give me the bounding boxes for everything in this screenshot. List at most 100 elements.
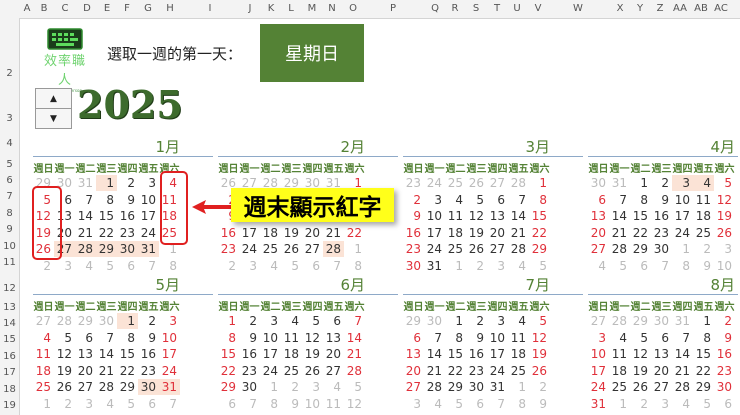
day-cell[interactable]: 3 [260,313,281,329]
day-cell[interactable]: 6 [75,330,96,346]
row-header[interactable]: 10 [0,241,19,252]
day-cell[interactable]: 10 [260,330,281,346]
day-cell[interactable]: 17 [588,363,609,379]
column-header[interactable]: M [308,3,317,14]
day-cell[interactable]: 17 [138,208,159,224]
day-cell[interactable]: 22 [630,225,651,241]
column-header[interactable]: F [124,3,130,14]
day-cell[interactable]: 2 [54,396,75,412]
column-header[interactable]: I [209,3,212,14]
row-header[interactable]: 4 [0,138,19,149]
day-cell[interactable]: 4 [508,258,529,274]
day-cell[interactable]: 27 [75,379,96,395]
day-cell[interactable]: 3 [239,258,260,274]
day-cell[interactable]: 31 [609,175,630,191]
day-cell[interactable]: 31 [424,258,445,274]
day-cell[interactable]: 28 [54,313,75,329]
day-cell[interactable]: 1 [445,313,466,329]
day-cell[interactable]: 15 [96,208,117,224]
day-cell[interactable]: 31 [75,175,96,191]
day-cell[interactable]: 2 [714,313,735,329]
day-cell[interactable]: 6 [218,396,239,412]
day-cell[interactable]: 9 [281,396,302,412]
day-cell[interactable]: 3 [138,175,159,191]
day-cell[interactable]: 11 [323,396,344,412]
day-cell[interactable]: 16 [651,208,672,224]
row-header[interactable]: 11 [0,257,19,268]
day-cell[interactable]: 16 [714,346,735,362]
day-cell[interactable]: 10 [588,346,609,362]
day-cell[interactable]: 16 [466,346,487,362]
day-cell[interactable]: 25 [693,225,714,241]
day-cell[interactable]: 5 [445,396,466,412]
day-cell[interactable]: 30 [117,241,138,257]
column-header[interactable]: X [617,3,624,14]
day-cell[interactable]: 25 [445,241,466,257]
day-cell[interactable]: 29 [445,379,466,395]
day-cell[interactable]: 5 [529,313,550,329]
day-cell[interactable]: 30 [651,241,672,257]
day-cell[interactable]: 13 [403,346,424,362]
day-cell[interactable]: 7 [138,258,159,274]
day-cell[interactable]: 19 [630,363,651,379]
day-cell[interactable]: 9 [529,396,550,412]
day-cell[interactable]: 4 [588,258,609,274]
day-cell[interactable]: 16 [403,225,424,241]
day-cell[interactable]: 16 [218,225,239,241]
day-cell[interactable]: 9 [117,192,138,208]
day-cell[interactable]: 3 [403,396,424,412]
column-header[interactable]: R [452,3,459,14]
day-cell[interactable]: 26 [466,241,487,257]
day-cell[interactable]: 30 [239,379,260,395]
day-cell[interactable]: 9 [693,258,714,274]
day-cell[interactable]: 3 [487,258,508,274]
day-cell[interactable]: 27 [403,379,424,395]
day-cell[interactable]: 3 [672,175,693,191]
day-cell[interactable]: 30 [651,313,672,329]
day-cell[interactable]: 12 [466,208,487,224]
day-cell[interactable]: 7 [609,192,630,208]
day-cell[interactable]: 23 [218,241,239,257]
day-cell[interactable]: 28 [344,363,365,379]
day-cell[interactable]: 10 [424,208,445,224]
day-cell[interactable]: 23 [239,363,260,379]
day-cell[interactable]: 8 [529,192,550,208]
day-cell[interactable]: 23 [138,363,159,379]
day-cell[interactable]: 7 [75,192,96,208]
day-cell[interactable]: 3 [75,396,96,412]
day-cell[interactable]: 3 [588,330,609,346]
day-cell[interactable]: 24 [424,175,445,191]
day-cell[interactable]: 4 [33,330,54,346]
column-header[interactable]: Y [637,3,643,14]
day-cell[interactable]: 1 [33,396,54,412]
day-cell[interactable]: 6 [302,258,323,274]
day-cell[interactable]: 18 [33,363,54,379]
day-cell[interactable]: 23 [651,225,672,241]
day-cell[interactable]: 18 [609,363,630,379]
day-cell[interactable]: 5 [529,258,550,274]
column-header[interactable]: Q [431,3,439,14]
day-cell[interactable]: 28 [672,379,693,395]
day-cell[interactable]: 5 [117,396,138,412]
row-header[interactable]: 12 [0,283,19,294]
day-cell[interactable]: 2 [117,175,138,191]
day-cell[interactable]: 3 [424,192,445,208]
day-cell[interactable]: 27 [588,313,609,329]
day-cell[interactable]: 30 [424,313,445,329]
day-cell[interactable]: 21 [96,363,117,379]
day-cell[interactable]: 8 [96,192,117,208]
day-cell[interactable]: 23 [714,363,735,379]
day-cell[interactable]: 1 [693,313,714,329]
day-cell[interactable]: 8 [344,258,365,274]
day-cell[interactable]: 7 [159,396,180,412]
day-cell[interactable]: 11 [445,208,466,224]
day-cell[interactable]: 23 [117,225,138,241]
day-cell[interactable]: 8 [672,258,693,274]
day-cell[interactable]: 11 [508,330,529,346]
row-header[interactable]: 6 [0,175,19,186]
day-cell[interactable]: 3 [651,396,672,412]
day-cell[interactable]: 29 [630,313,651,329]
day-cell[interactable]: 4 [445,192,466,208]
day-cell[interactable]: 8 [218,330,239,346]
day-cell[interactable]: 1 [529,175,550,191]
